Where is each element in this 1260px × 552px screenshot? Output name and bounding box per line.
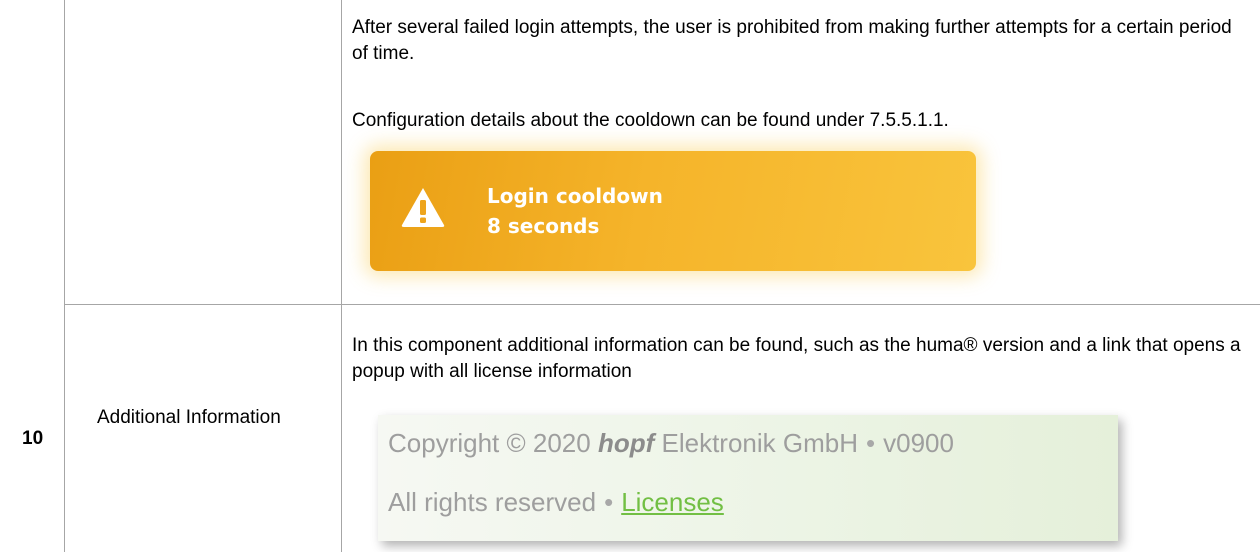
row-number: 10 bbox=[22, 428, 44, 449]
warning-icon bbox=[401, 188, 445, 227]
alert-title: Login cooldown bbox=[487, 184, 663, 208]
footer-copyright-line: Copyright © 2020 hopf Elektronik GmbH • v0… bbox=[388, 428, 954, 459]
row-description: In this component additional information… bbox=[352, 335, 1241, 382]
column-divider bbox=[64, 0, 65, 552]
licenses-link[interactable]: Licenses bbox=[621, 487, 724, 517]
footer-rights-line: All rights reserved • Licenses bbox=[388, 487, 724, 518]
version-text: v0900 bbox=[883, 428, 954, 458]
copyright-text: Copyright © 2020 bbox=[388, 428, 591, 458]
alert-subtitle: 8 seconds bbox=[487, 214, 600, 238]
separator: • bbox=[604, 487, 614, 517]
row-divider bbox=[64, 304, 1260, 305]
login-cooldown-alert: Login cooldown 8 seconds bbox=[370, 151, 976, 271]
row-label: Additional Information bbox=[97, 407, 281, 428]
separator: • bbox=[866, 428, 876, 458]
row-description: After several failed login attempts, the… bbox=[352, 17, 1232, 64]
brand-name: hopf bbox=[597, 428, 655, 458]
footer-preview: Copyright © 2020 hopf Elektronik GmbH • v0… bbox=[378, 415, 1118, 541]
rights-text: All rights reserved bbox=[388, 487, 597, 517]
spec-table: After several failed login attempts, the… bbox=[0, 0, 1260, 552]
column-divider bbox=[341, 0, 342, 552]
company-name: Elektronik GmbH bbox=[661, 428, 859, 458]
row-description: Configuration details about the cooldown… bbox=[352, 110, 949, 131]
